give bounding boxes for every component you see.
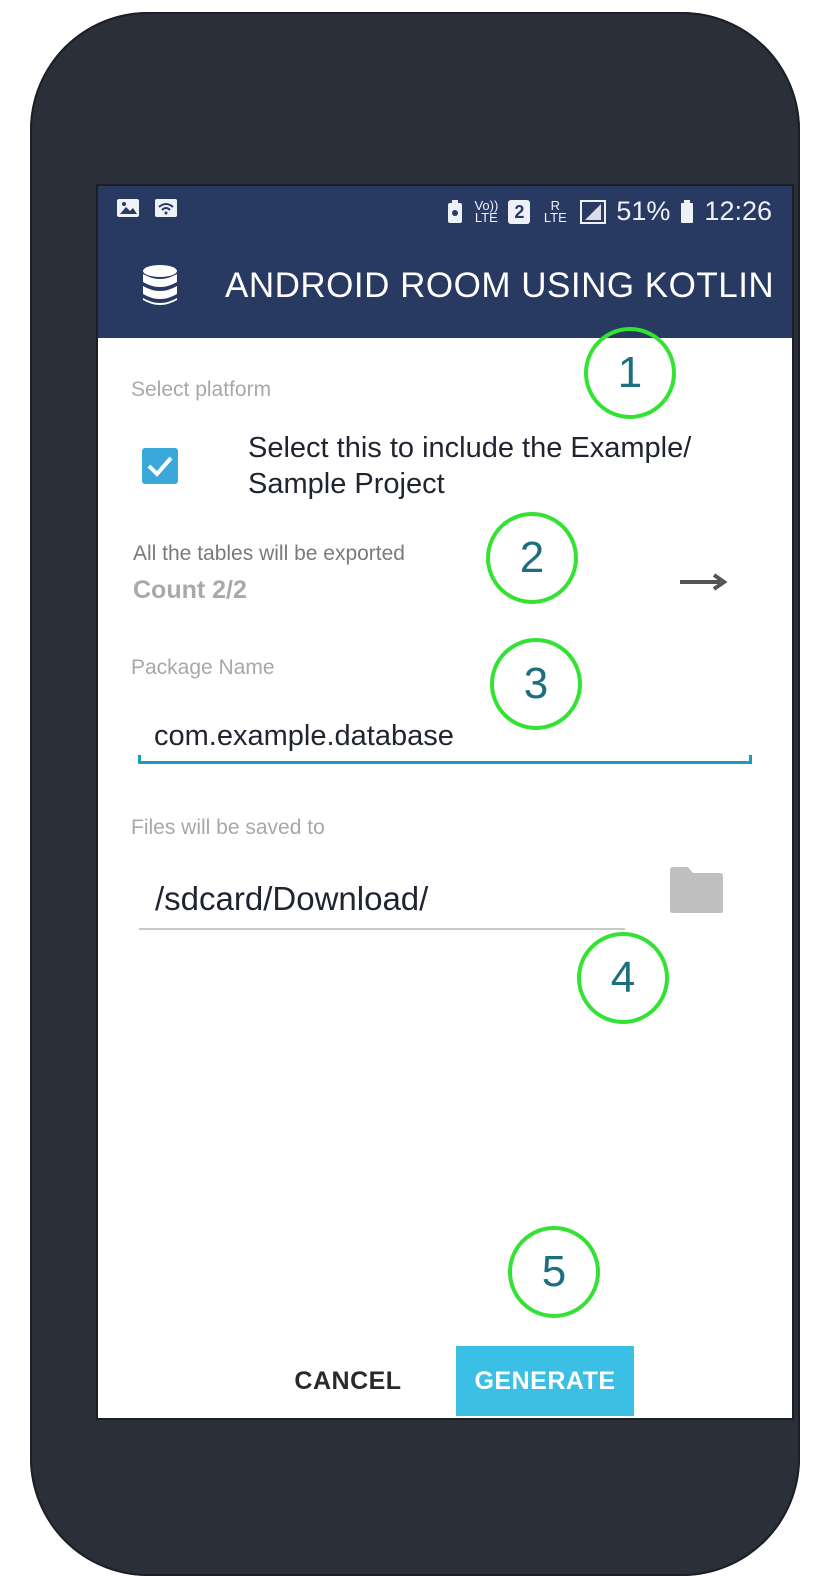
- volte-indicator: Vo)) LTE: [474, 197, 499, 225]
- callout-marker-1: 1: [584, 327, 676, 419]
- save-location-label: Files will be saved to: [131, 816, 325, 839]
- page-title: ANDROID ROOM USING KOTLIN: [225, 266, 775, 305]
- database-icon: [143, 265, 177, 305]
- signal-icon: [580, 199, 607, 224]
- check-icon: [147, 456, 173, 477]
- package-name-input[interactable]: com.example.database: [138, 708, 752, 764]
- package-name-label: Package Name: [131, 656, 275, 679]
- folder-icon[interactable]: [668, 866, 724, 914]
- clock: 12:26: [704, 196, 772, 226]
- dialog-buttons: CANCEL GENERATE: [98, 1346, 792, 1418]
- dialog-content: Select platform Select this to include t…: [98, 338, 792, 1418]
- battery-percent: 51%: [616, 196, 671, 226]
- callout-marker-5: 5: [508, 1226, 600, 1318]
- status-left: [116, 198, 178, 218]
- callout-marker-3: 3: [490, 638, 582, 730]
- callout-marker-2: 2: [486, 512, 578, 604]
- callout-marker-4: 4: [577, 932, 669, 1024]
- data-saver-icon: [448, 199, 463, 223]
- sim2-number: 2: [514, 201, 525, 222]
- cancel-button[interactable]: CANCEL: [278, 1356, 418, 1406]
- tables-export-text[interactable]: All the tables will be exported: [133, 542, 405, 566]
- save-path-input[interactable]: /sdcard/Download/: [139, 868, 625, 930]
- save-path-value[interactable]: /sdcard/Download/: [155, 880, 428, 918]
- gallery-notification-icon: [117, 199, 139, 217]
- app-toolbar: ANDROID ROOM USING KOTLIN: [98, 238, 792, 338]
- include-sample-label[interactable]: Select this to include the Example/ Samp…: [248, 430, 748, 502]
- status-right: Vo)) LTE 2 R LTE 51% 12:26: [446, 196, 772, 227]
- roaming-lte-indicator: R LTE: [543, 197, 567, 225]
- arrow-right-icon[interactable]: [678, 570, 728, 594]
- app-screen: Vo)) LTE 2 R LTE 51% 12:26 ANDROID ROOM …: [96, 184, 794, 1420]
- select-platform-label: Select platform: [131, 378, 272, 401]
- table-count[interactable]: Count 2/2: [133, 576, 247, 605]
- generate-button[interactable]: GENERATE: [456, 1346, 634, 1416]
- sim2-badge: 2: [508, 199, 531, 224]
- package-name-value[interactable]: com.example.database: [154, 720, 454, 753]
- battery-icon: [681, 199, 694, 223]
- input-underline-right: [749, 755, 752, 764]
- input-underline-left: [138, 755, 141, 764]
- wifi-notification-icon: [155, 199, 177, 217]
- include-sample-checkbox[interactable]: [142, 448, 178, 484]
- phone-frame: Vo)) LTE 2 R LTE 51% 12:26 ANDROID ROOM …: [30, 12, 800, 1576]
- status-bar: Vo)) LTE 2 R LTE 51% 12:26: [98, 186, 792, 238]
